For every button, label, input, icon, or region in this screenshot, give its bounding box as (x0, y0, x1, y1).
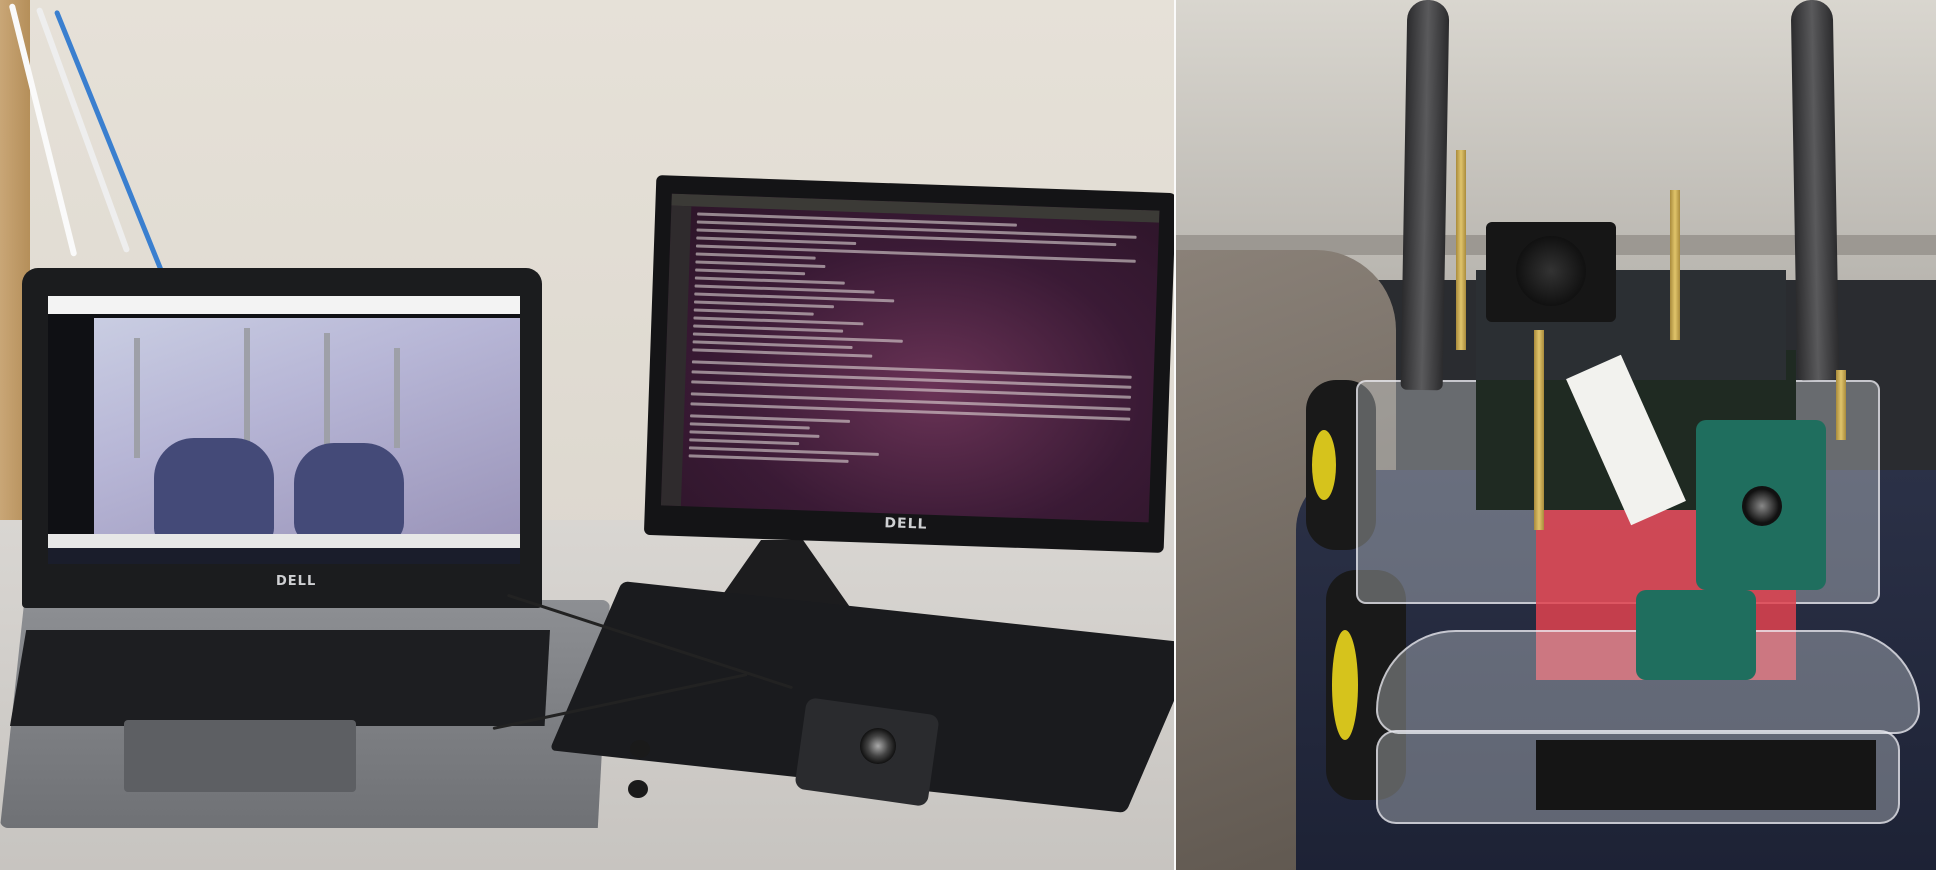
webcam-lens (860, 728, 896, 764)
camera-video-feed (94, 318, 520, 534)
desktop-monitor: DELL (643, 175, 1174, 553)
csi-camera-lens (1742, 486, 1782, 526)
windows-taskbar (48, 548, 520, 564)
laptop-touchpad (124, 720, 356, 792)
terminal-screen (660, 193, 1160, 523)
monitor-brand-logo: DELL (884, 515, 928, 533)
earbud-right (628, 780, 648, 798)
battery-pack (1536, 740, 1876, 810)
ubuntu-launcher-dock (660, 205, 692, 507)
video-player-title-bar (48, 296, 520, 314)
wheel-rim-2 (1332, 630, 1358, 740)
laptop-screen (48, 296, 520, 564)
brass-standoff-4 (1836, 370, 1846, 440)
terminal-title-bar (671, 193, 1160, 223)
brass-standoff-3 (1534, 330, 1544, 530)
laptop-keyboard (10, 630, 550, 726)
wifi-antenna-right (1790, 0, 1840, 381)
wifi-antenna-left (1400, 0, 1450, 391)
brass-standoff-2 (1670, 190, 1680, 340)
brass-standoff (1456, 150, 1466, 350)
fan-hub (1516, 236, 1586, 306)
video-player-controls (48, 534, 520, 548)
laptop-brand-logo: DELL (276, 574, 317, 589)
left-photo-workstation: DELL DELL (0, 0, 1174, 870)
wheel-rim (1312, 430, 1336, 500)
earbud-left (630, 740, 650, 758)
camera-mount-base (1636, 590, 1756, 680)
right-photo-robot-car (1176, 0, 1936, 870)
